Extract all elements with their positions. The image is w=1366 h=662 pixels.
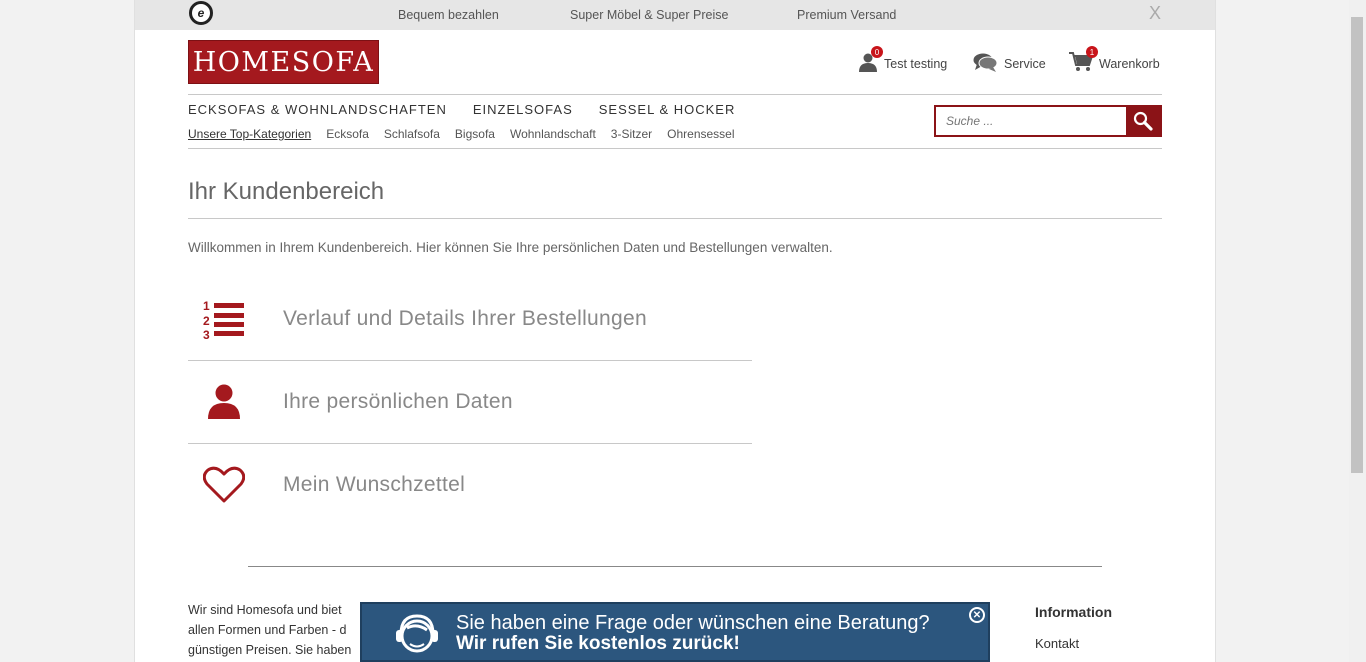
svg-text:3: 3 [203,328,210,340]
scrollbar-thumb[interactable] [1351,17,1363,473]
menu-personal-data[interactable]: Ihre persönlichen Daten [188,360,752,443]
nav-einzelsofas[interactable]: Einzelsofas [473,102,573,117]
user-icon [188,384,260,420]
search-input[interactable] [936,107,1126,135]
trusted-shops-badge[interactable]: e [189,1,213,25]
topbar-usp-payment: Bequem bezahlen [398,8,499,22]
callback-question: Sie haben eine Frage oder wünschen eine … [456,612,930,634]
subnav-schlafsofa[interactable]: Schlafsofa [384,127,440,141]
header-divider [188,94,1162,95]
about-line-3: günstigen Preisen. Sie haben [188,643,352,657]
top-bar: e Bequem bezahlen Super Möbel & Super Pr… [135,0,1215,30]
trusted-shops-icon: e [197,6,205,20]
search-box [934,105,1162,137]
content-divider [248,566,1102,567]
search-button[interactable] [1126,107,1160,135]
heart-icon [188,466,260,504]
page-title: Ihr Kundenbereich [188,178,385,205]
about-text: Wir sind Homesofa und biet allen Formen … [188,600,351,660]
headset-agent-icon [392,612,442,661]
topbar-usp-prices: Super Möbel & Super Preise [570,8,729,22]
menu-orders[interactable]: 1 2 3 Verlauf und Details Ihrer Bestellu… [188,277,752,360]
account-icon: 0 [858,46,883,75]
about-line-2: allen Formen und Farben - d [188,623,347,637]
subnav-bigsofa[interactable]: Bigsofa [455,127,495,141]
cart-label: Warenkorb [1099,56,1160,71]
topbar-close-button[interactable]: X [1149,3,1161,24]
intro-text: Willkommen in Ihrem Kundenbereich. Hier … [188,240,833,255]
cart-count-badge: 1 [1086,46,1098,58]
menu-wishlist[interactable]: Mein Wunschzettel [188,443,752,526]
search-icon [1133,111,1153,131]
sub-navigation: Unsere Top-Kategorien Ecksofa Schlafsofa… [188,127,735,141]
page-scrollbar[interactable] [1349,0,1366,662]
about-line-1: Wir sind Homesofa und biet [188,603,342,617]
cart-link[interactable]: 1 Warenkorb [1069,46,1160,75]
main-navigation: Ecksofas & Wohnlandschaften Einzelsofas … [188,102,735,117]
page-container: e Bequem bezahlen Super Möbel & Super Pr… [134,0,1216,662]
account-label: Test testing [884,56,948,71]
subnav-top-categories[interactable]: Unsere Top-Kategorien [188,127,311,141]
svg-text:1: 1 [203,299,210,313]
topbar-usp-shipping: Premium Versand [797,8,897,22]
subnav-ecksofa[interactable]: Ecksofa [326,127,369,141]
subnav-3-sitzer[interactable]: 3-Sitzer [611,127,652,141]
menu-orders-label: Verlauf und Details Ihrer Bestellungen [283,306,647,330]
title-divider [188,218,1162,219]
svg-text:2: 2 [203,314,210,328]
subnav-ohrensessel[interactable]: Ohrensessel [667,127,734,141]
kontakt-link[interactable]: Kontakt [1035,636,1079,651]
close-icon[interactable]: ✕ [969,607,985,623]
subnav-wohnlandschaft[interactable]: Wohnlandschaft [510,127,596,141]
homesofa-logo[interactable]: HOMESOFA [188,40,379,84]
nav-sessel-hocker[interactable]: Sessel & Hocker [599,102,736,117]
service-label: Service [1004,56,1046,71]
ordered-list-icon: 1 2 3 [188,298,260,340]
callback-offer: Wir rufen Sie kostenlos zurück! [456,633,740,654]
shopping-cart-icon: 1 [1069,46,1098,75]
nav-ecksofas[interactable]: Ecksofas & Wohnlandschaften [188,102,447,117]
account-link[interactable]: 0 Test testing [858,46,948,75]
nav-divider [188,148,1162,149]
menu-wishlist-label: Mein Wunschzettel [283,472,466,496]
callback-banner[interactable]: Sie haben eine Frage oder wünschen eine … [360,602,990,662]
account-count-badge: 0 [871,46,883,58]
menu-personal-data-label: Ihre persönlichen Daten [283,389,513,413]
service-link[interactable]: Service [973,52,1046,75]
chat-bubbles-icon [973,52,998,75]
information-heading: Information [1035,604,1112,620]
